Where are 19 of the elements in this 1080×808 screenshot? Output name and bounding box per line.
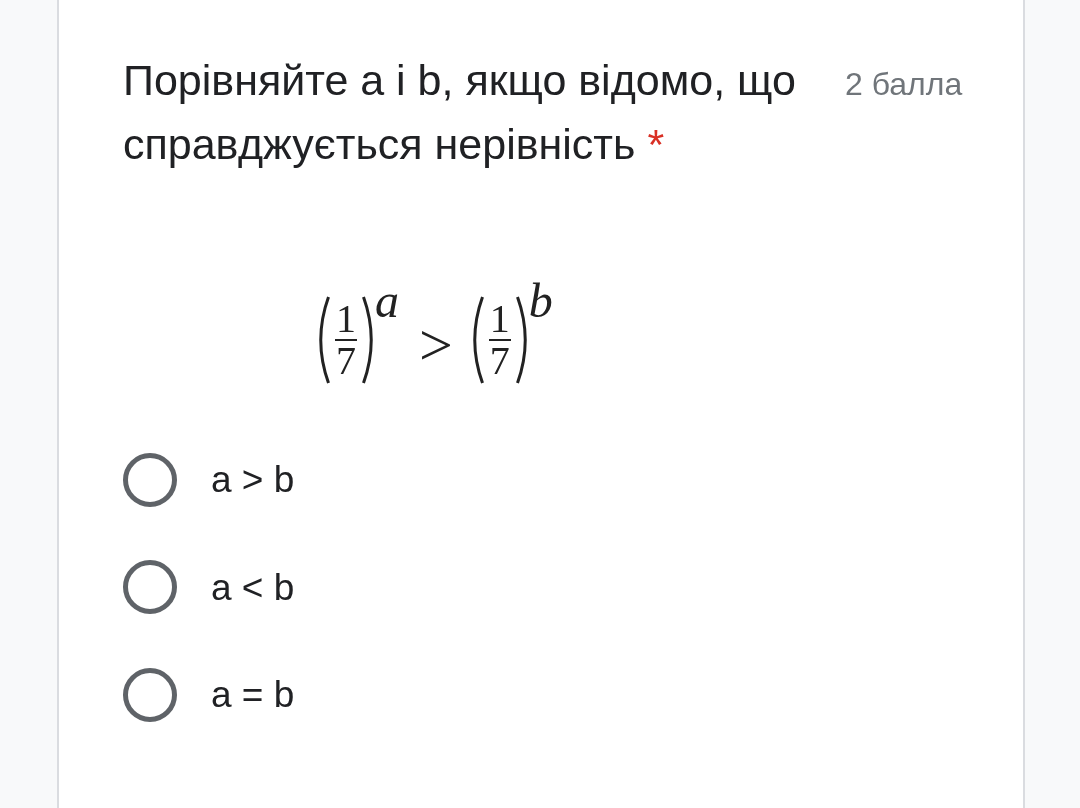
parenthesis-icon bbox=[515, 295, 527, 385]
question-title: Порівняйте a і b, якщо відомо, що справджується нерівність * bbox=[123, 55, 797, 170]
denominator: 7 bbox=[336, 341, 356, 381]
denominator: 7 bbox=[489, 341, 510, 381]
points-label: 2 балла bbox=[845, 65, 963, 104]
parenthesis-icon bbox=[362, 295, 373, 385]
exponent: b bbox=[528, 277, 553, 325]
exponent: a bbox=[375, 277, 399, 325]
radio-button[interactable] bbox=[123, 452, 177, 507]
operator: > bbox=[419, 311, 453, 380]
option-label[interactable]: a > b bbox=[211, 452, 295, 508]
option-label[interactable]: a = b bbox=[211, 667, 295, 723]
radio-button[interactable] bbox=[123, 667, 177, 722]
radio-button[interactable] bbox=[123, 560, 177, 615]
parenthesis-icon bbox=[472, 295, 484, 385]
option-label[interactable]: a < b bbox=[211, 559, 295, 615]
parenthesis-icon bbox=[319, 295, 330, 385]
numerator: 1 bbox=[489, 299, 510, 339]
numerator: 1 bbox=[336, 299, 356, 339]
